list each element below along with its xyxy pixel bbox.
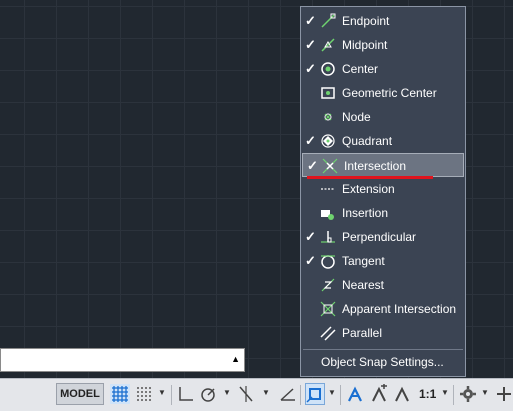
menu-item-label: Center xyxy=(342,62,379,76)
isometric-drafting-icon[interactable] xyxy=(236,384,256,404)
menu-item-center[interactable]: ✓ Center xyxy=(301,57,465,81)
tangent-icon xyxy=(321,255,335,269)
divider xyxy=(171,385,172,405)
menu-item-node[interactable]: Node xyxy=(301,105,465,129)
menu-item-label: Intersection xyxy=(344,159,407,173)
center-icon xyxy=(321,62,335,76)
menu-item-nearest[interactable]: Nearest xyxy=(301,273,465,297)
geometric-center-icon xyxy=(321,87,335,99)
menu-item-label: Perpendicular xyxy=(342,230,417,244)
apparent-intersection-icon xyxy=(320,301,336,317)
menu-item-label: Nearest xyxy=(342,278,385,292)
check-icon: ✓ xyxy=(305,253,316,268)
ortho-mode-icon[interactable] xyxy=(176,384,196,404)
divider xyxy=(453,385,454,405)
command-line-input[interactable]: ▲ xyxy=(0,348,245,372)
check-icon: ✓ xyxy=(305,133,316,148)
insertion-icon xyxy=(321,210,334,220)
object-snap-settings-item[interactable]: Object Snap Settings... xyxy=(321,355,444,369)
menu-item-insertion[interactable]: Insertion xyxy=(301,201,465,225)
menu-item-quadrant[interactable]: ✓ Quadrant xyxy=(301,129,465,153)
status-bar: MODEL ▼ ▼ ▼ ▼ 1:1 ▼ ▼ xyxy=(0,378,513,411)
divider xyxy=(300,385,301,405)
menu-item-label: Extension xyxy=(342,182,395,196)
nearest-icon xyxy=(321,278,335,292)
snap-mode-icon[interactable] xyxy=(134,384,154,404)
annotation-visibility-icon[interactable] xyxy=(345,384,365,404)
perpendicular-icon xyxy=(321,231,335,243)
menu-item-extension[interactable]: Extension xyxy=(301,177,465,201)
annotation-scale-icon[interactable] xyxy=(392,384,412,404)
menu-item-parallel[interactable]: Parallel xyxy=(301,321,465,345)
parallel-icon xyxy=(320,326,336,341)
menu-item-label: Quadrant xyxy=(342,134,393,148)
check-icon: ✓ xyxy=(305,61,316,76)
menu-item-label: Parallel xyxy=(342,326,383,340)
menu-item-perpendicular[interactable]: ✓ Perpendicular xyxy=(301,225,465,249)
command-history-arrow-icon[interactable]: ▲ xyxy=(231,354,240,364)
annotation-scale-value[interactable]: 1:1 xyxy=(419,387,436,401)
intersection-icon xyxy=(322,158,338,174)
endpoint-icon xyxy=(321,13,336,28)
object-snap-icon[interactable] xyxy=(305,384,325,404)
annotation-autoscale-icon[interactable] xyxy=(369,384,389,404)
chevron-down-icon[interactable]: ▼ xyxy=(158,388,166,397)
menu-item-geometric-center[interactable]: Geometric Center xyxy=(301,81,465,105)
quadrant-icon xyxy=(321,134,335,148)
check-icon: ✓ xyxy=(307,158,318,173)
menu-item-tangent[interactable]: ✓ Tangent xyxy=(301,249,465,273)
plus-icon[interactable] xyxy=(494,384,513,404)
chevron-down-icon[interactable]: ▼ xyxy=(223,388,231,397)
menu-separator xyxy=(303,349,463,350)
model-space-button[interactable]: MODEL xyxy=(56,383,104,405)
menu-item-label: Insertion xyxy=(342,206,389,220)
menu-item-label: Geometric Center xyxy=(342,86,437,100)
midpoint-icon xyxy=(321,38,335,52)
menu-item-intersection[interactable]: ✓ Intersection xyxy=(302,153,464,177)
check-icon: ✓ xyxy=(305,229,316,244)
object-snap-tracking-icon[interactable] xyxy=(278,384,298,404)
menu-item-label: Node xyxy=(342,110,371,124)
menu-item-apparent-intersection[interactable]: Apparent Intersection xyxy=(301,297,465,321)
gear-icon[interactable] xyxy=(458,384,478,404)
menu-item-label: Tangent xyxy=(342,254,385,268)
check-icon: ✓ xyxy=(305,13,316,28)
polar-tracking-icon[interactable] xyxy=(198,384,218,404)
grid-icon[interactable] xyxy=(110,384,130,404)
extension-icon xyxy=(321,188,335,190)
chevron-down-icon[interactable]: ▼ xyxy=(262,388,270,397)
menu-item-midpoint[interactable]: ✓ Midpoint xyxy=(301,33,465,57)
divider xyxy=(340,385,341,405)
chevron-down-icon[interactable]: ▼ xyxy=(481,388,489,397)
menu-item-label: Apparent Intersection xyxy=(342,302,457,316)
menu-item-label: Endpoint xyxy=(342,14,390,28)
chevron-down-icon[interactable]: ▼ xyxy=(328,388,336,397)
chevron-down-icon[interactable]: ▼ xyxy=(441,388,449,397)
menu-item-label: Midpoint xyxy=(342,38,388,52)
check-icon: ✓ xyxy=(305,37,316,52)
object-snap-menu: ✓ Endpoint ✓ Midpoint ✓ Center Geometric… xyxy=(300,6,466,377)
node-icon xyxy=(324,113,332,121)
menu-item-endpoint[interactable]: ✓ Endpoint xyxy=(301,9,465,33)
